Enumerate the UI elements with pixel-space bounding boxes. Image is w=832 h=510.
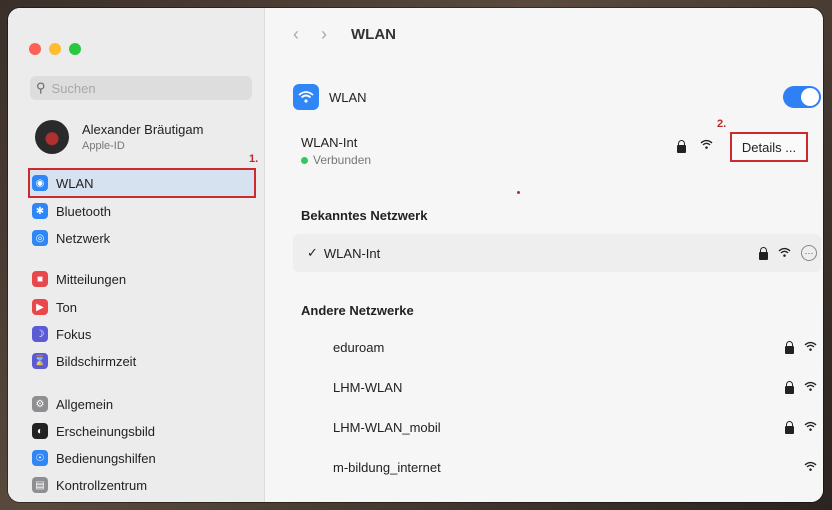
sidebar-item-allgemein[interactable]: ⚙ Allgemein bbox=[32, 392, 113, 416]
zoom-window-button[interactable] bbox=[69, 43, 81, 55]
lock-icon bbox=[785, 380, 794, 394]
wifi-signal-icon bbox=[804, 380, 817, 395]
wifi-signal-icon bbox=[804, 340, 817, 355]
sidebar: ⚲ Suchen Alexander Bräutigam Apple-ID 1.… bbox=[8, 8, 265, 502]
sidebar-item-wlan[interactable]: ◉ WLAN bbox=[32, 171, 94, 195]
toolbar: ‹ › WLAN bbox=[265, 8, 823, 60]
sidebar-item-label: Bluetooth bbox=[56, 203, 111, 219]
sidebar-item-kontrollzentrum[interactable]: ▤ Kontrollzentrum bbox=[32, 473, 147, 497]
settings-window: ⚲ Suchen Alexander Bräutigam Apple-ID 1.… bbox=[8, 8, 823, 502]
bluetooth-icon: ✱ bbox=[32, 203, 48, 219]
sidebar-item-erscheinungsbild[interactable]: ◐ Erscheinungsbild bbox=[32, 419, 155, 443]
sidebar-item-label: WLAN bbox=[56, 175, 94, 191]
more-options-icon[interactable]: ⋯ bbox=[801, 245, 817, 261]
sidebar-item-label: Ton bbox=[56, 299, 77, 315]
control-center-icon: ▤ bbox=[32, 477, 48, 493]
sidebar-item-label: Netzwerk bbox=[56, 230, 111, 246]
appearance-icon: ◐ bbox=[32, 423, 48, 439]
sidebar-item-netzwerk[interactable]: ◎ Netzwerk bbox=[32, 226, 110, 250]
wifi-icon: ◉ bbox=[32, 175, 48, 191]
search-placeholder: Suchen bbox=[51, 80, 96, 96]
wlan-label: WLAN bbox=[329, 89, 367, 105]
forward-chevron-icon[interactable]: › bbox=[321, 24, 327, 45]
network-row-lhm-wlan-mobil[interactable]: LHM-WLAN_mobil bbox=[293, 408, 821, 446]
network-row-eduroam[interactable]: eduroam bbox=[293, 328, 821, 366]
network-name: WLAN-Int bbox=[323, 245, 381, 261]
network-name: LHM-WLAN_mobil bbox=[333, 419, 441, 435]
connection-status: Verbunden bbox=[301, 153, 371, 167]
sidebar-item-label: Mitteilungen bbox=[56, 271, 127, 287]
window-controls bbox=[29, 43, 81, 55]
avatar bbox=[35, 120, 69, 154]
gear-icon: ⚙ bbox=[32, 396, 48, 412]
network-name: m-bildung_internet bbox=[333, 459, 441, 475]
checkmark-icon: ✓ bbox=[307, 245, 318, 260]
main-pane: ‹ › WLAN WLAN 2. WLAN-Int Verbunden Deta… bbox=[265, 8, 823, 502]
connection-status-text: Verbunden bbox=[313, 153, 372, 167]
sidebar-item-label: Bildschirmzeit bbox=[56, 353, 137, 369]
known-network-row[interactable]: ✓ WLAN-Int ⋯ bbox=[293, 234, 821, 272]
page-title: WLAN bbox=[351, 25, 396, 43]
search-icon: ⚲ bbox=[36, 80, 46, 95]
search-field[interactable]: ⚲ Suchen bbox=[30, 76, 252, 100]
speaker-icon: ▶ bbox=[32, 299, 48, 315]
wlan-toggle[interactable] bbox=[783, 86, 821, 108]
bell-icon: ■ bbox=[32, 271, 48, 287]
wlan-toggle-row: WLAN bbox=[293, 82, 821, 112]
accessibility-icon: ☉ bbox=[32, 450, 48, 466]
minimize-window-button[interactable] bbox=[49, 43, 61, 55]
wifi-signal-icon bbox=[804, 420, 817, 435]
sidebar-item-ton[interactable]: ▶ Ton bbox=[32, 295, 77, 319]
sidebar-item-mitteilungen[interactable]: ■ Mitteilungen bbox=[32, 267, 126, 291]
sidebar-item-bluetooth[interactable]: ✱ Bluetooth bbox=[32, 199, 111, 223]
sidebar-item-bildschirmzeit[interactable]: ⌛ Bildschirmzeit bbox=[32, 349, 136, 373]
lock-icon bbox=[785, 340, 794, 354]
hourglass-icon: ⌛ bbox=[32, 353, 48, 369]
back-chevron-icon[interactable]: ‹ bbox=[293, 24, 299, 45]
network-name: LHM-WLAN bbox=[333, 379, 403, 395]
sidebar-item-label: Erscheinungsbild bbox=[56, 423, 156, 439]
moon-icon: ☽ bbox=[32, 326, 48, 342]
status-dot-icon bbox=[301, 156, 308, 164]
wifi-signal-icon bbox=[700, 139, 713, 153]
close-window-button[interactable] bbox=[29, 43, 41, 55]
lock-icon bbox=[677, 139, 686, 153]
profile-name: Alexander Bräutigam bbox=[82, 122, 204, 137]
details-button[interactable]: Details ... bbox=[730, 132, 808, 162]
other-networks-heading: Andere Netzwerke bbox=[301, 303, 414, 318]
current-network-name: WLAN-Int bbox=[301, 135, 358, 150]
lock-icon bbox=[759, 246, 768, 260]
globe-icon: ◎ bbox=[32, 230, 48, 246]
network-name: eduroam bbox=[333, 339, 385, 355]
network-row-lhm-wlan[interactable]: LHM-WLAN bbox=[293, 368, 821, 406]
network-row-m-bildung-internet[interactable]: m-bildung_internet bbox=[293, 448, 821, 486]
profile-subtitle: Apple-ID bbox=[82, 140, 125, 152]
lock-icon bbox=[785, 420, 794, 434]
apple-id-profile[interactable]: Alexander Bräutigam Apple-ID bbox=[35, 120, 203, 154]
annotation-dot bbox=[517, 191, 520, 194]
sidebar-item-label: Allgemein bbox=[56, 396, 114, 412]
annotation-1: 1. bbox=[249, 153, 259, 165]
sidebar-item-fokus[interactable]: ☽ Fokus bbox=[32, 322, 91, 346]
wifi-signal-icon bbox=[804, 460, 817, 475]
wifi-signal-icon bbox=[778, 246, 791, 261]
sidebar-item-bedienungshilfen[interactable]: ☉ Bedienungshilfen bbox=[32, 446, 156, 470]
wifi-icon bbox=[293, 84, 319, 110]
sidebar-item-label: Bedienungshilfen bbox=[56, 450, 156, 466]
sidebar-item-label: Kontrollzentrum bbox=[56, 477, 148, 493]
sidebar-item-label: Fokus bbox=[56, 326, 92, 342]
known-network-heading: Bekanntes Netzwerk bbox=[301, 208, 428, 223]
